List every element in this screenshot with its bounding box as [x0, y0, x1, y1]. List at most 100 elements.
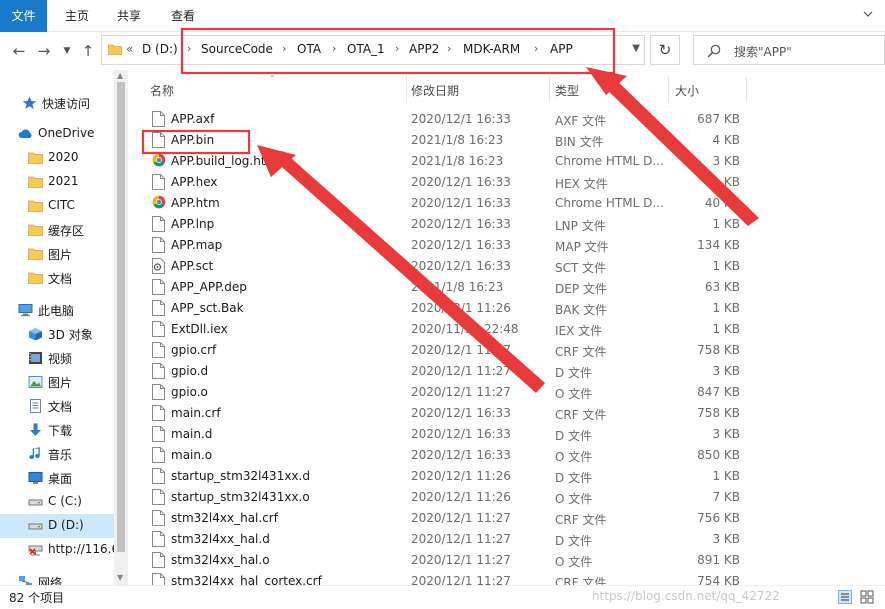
breadcrumb-app[interactable]: APP [550, 42, 573, 56]
file-row[interactable]: ExtDll.iex 2020/11/30 22:48 IEX 文件 1 KB [128, 319, 748, 340]
sidebar-item[interactable]: 桌面 [0, 466, 114, 490]
sidebar-item[interactable]: http://116.6 [0, 538, 119, 562]
file-row[interactable]: APP_sct.Bak 2020/12/1 11:26 BAK 文件 1 KB [128, 298, 748, 319]
sidebar-item[interactable]: C (C:) [0, 490, 114, 514]
file-list: APP.axf 2020/12/1 16:33 AXF 文件 687 KB APP.bi… [128, 109, 885, 585]
column-divider[interactable] [746, 76, 747, 102]
search-box[interactable]: 搜索"APP" [693, 35, 885, 65]
file-date-modified: 2020/12/1 11:27 [411, 511, 511, 525]
breadcrumb-separator-icon[interactable]: › [395, 42, 399, 55]
breadcrumb-ota-1[interactable]: OTA_1 [347, 42, 385, 56]
file-row[interactable]: APP.sct 2020/12/1 16:33 SCT 文件 1 KB [128, 256, 748, 277]
column-name[interactable]: 名称 [150, 82, 174, 99]
file-name: APP.lnp [171, 217, 215, 231]
sidebar-item[interactable]: CITC [0, 194, 114, 218]
breadcrumb-ota[interactable]: OTA [297, 42, 321, 56]
file-row[interactable]: APP.map 2020/12/1 16:33 MAP 文件 134 KB [128, 235, 748, 256]
back-arrow-icon[interactable]: ← [8, 40, 30, 62]
expand-ribbon-chevron-icon[interactable] [863, 9, 873, 19]
sidebar-item[interactable]: 图片 [0, 370, 114, 394]
file-row[interactable]: gpio.d 2020/12/1 11:27 D 文件 3 KB [128, 361, 748, 382]
star-icon [22, 96, 37, 110]
file-size: 3 KB [712, 364, 740, 378]
scroll-up-icon[interactable]: ▲ [117, 71, 123, 80]
sidebar-item[interactable]: 网络 [0, 570, 114, 585]
tab-file[interactable]: 文件 [0, 0, 47, 32]
refresh-icon[interactable]: ↻ [650, 35, 680, 65]
file-row[interactable]: APP.build_log.htm 2021/1/8 16:23 Chrome HT… [128, 151, 748, 172]
breadcrumb-sourcecode[interactable]: SourceCode [201, 42, 273, 56]
sidebar-item[interactable]: 图片 [0, 242, 114, 266]
sidebar-item[interactable]: 2021 [0, 170, 114, 194]
breadcrumb-app2[interactable]: APP2 [409, 42, 439, 56]
sidebar-item[interactable]: 视频 [0, 346, 114, 370]
navigation-pane-scrollbar[interactable]: ▲ ▼ [114, 70, 128, 585]
sidebar-item-label: D (D:) [48, 518, 84, 532]
recent-locations-chevron-icon[interactable]: ▼ [56, 40, 78, 62]
breadcrumb-mdk-arm[interactable]: MDK-ARM [463, 42, 520, 56]
sidebar-item[interactable]: 3D 对象 [0, 322, 114, 346]
file-size: 847 KB [697, 385, 740, 399]
tab-share[interactable]: 共享 [104, 0, 154, 32]
file-row[interactable]: stm32l4xx_hal.crf 2020/12/1 11:27 CRF 文件 75… [128, 508, 748, 529]
file-row[interactable]: APP.axf 2020/12/1 16:33 AXF 文件 687 KB [128, 109, 748, 130]
file-row[interactable]: main.crf 2020/12/1 16:33 CRF 文件 758 KB [128, 403, 748, 424]
details-view-icon[interactable] [838, 590, 852, 604]
column-date[interactable]: 修改日期 [411, 82, 459, 99]
sidebar-item[interactable]: 2020 [0, 146, 114, 170]
file-date-modified: 2020/12/1 16:33 [411, 217, 511, 231]
address-history-chevron-icon[interactable]: ▼ [632, 43, 640, 54]
column-type[interactable]: 类型 [555, 82, 579, 99]
file-row[interactable]: stm32l4xx_hal.d 2020/12/1 11:27 D 文件 3 KB [128, 529, 748, 550]
file-type: DEP 文件 [555, 282, 607, 296]
search-input[interactable]: 搜索"APP" [734, 43, 792, 60]
file-row[interactable]: startup_stm32l431xx.d 2020/12/1 11:26 D 文件… [128, 466, 748, 487]
breadcrumb-separator-icon[interactable]: › [282, 42, 286, 55]
network-icon [18, 575, 33, 585]
sidebar-item[interactable]: OneDrive [0, 122, 114, 146]
scrollbar-thumb[interactable] [117, 82, 125, 552]
file-row[interactable]: main.d 2020/12/1 16:33 D 文件 3 KB [128, 424, 748, 445]
up-arrow-icon[interactable]: ↑ [77, 40, 99, 62]
address-bar[interactable]: « D (D:) › SourceCode › OTA › OTA_1 › AP… [101, 35, 645, 65]
sidebar-item[interactable]: 文档 [0, 394, 114, 418]
breadcrumb-overflow[interactable]: « [126, 42, 133, 56]
file-type: D 文件 [555, 366, 593, 380]
file-size: 1 KB [712, 259, 740, 273]
tab-home[interactable]: 主页 [52, 0, 102, 32]
breadcrumb-separator-icon[interactable]: › [332, 42, 336, 55]
column-divider[interactable] [668, 76, 669, 102]
breadcrumb-separator-icon[interactable]: › [447, 42, 451, 55]
breadcrumb-separator-icon[interactable]: › [187, 42, 191, 55]
drive-icon [28, 519, 43, 533]
large-icons-view-icon[interactable] [860, 590, 874, 604]
file-row[interactable]: stm32l4xx_hal.o 2020/12/1 11:27 O 文件 891 KB [128, 550, 748, 571]
file-row[interactable]: APP_APP.dep 2021/1/8 16:23 DEP 文件 63 KB [128, 277, 748, 298]
file-row[interactable]: stm32l4xx_hal_cortex.crf 2020/12/1 11:27 C… [128, 571, 748, 585]
sidebar-item[interactable]: 缓存区 [0, 218, 114, 242]
file-row[interactable]: APP.bin 2021/1/8 16:23 BIN 文件 4 KB [128, 130, 748, 151]
file-row[interactable]: gpio.crf 2020/12/1 11:27 CRF 文件 758 KB [128, 340, 748, 361]
sidebar-item[interactable]: 快速访问 [0, 91, 114, 115]
sidebar-item[interactable]: 文档 [0, 266, 114, 290]
scroll-down-icon[interactable]: ▼ [117, 573, 123, 582]
file-row[interactable]: APP.hex 2020/12/1 16:33 HEX 文件 11 KB [128, 172, 748, 193]
breadcrumb-separator-icon[interactable]: › [534, 42, 538, 55]
sidebar-item[interactable]: 音乐 [0, 442, 114, 466]
tab-view[interactable]: 查看 [158, 0, 208, 32]
file-row[interactable]: APP.htm 2020/12/1 16:33 Chrome HTML D... 40… [128, 193, 748, 214]
sidebar-item[interactable]: D (D:) [0, 514, 114, 538]
column-divider[interactable] [406, 76, 407, 102]
sidebar-item[interactable]: 此电脑 [0, 298, 114, 322]
sidebar-item[interactable]: 下载 [0, 418, 114, 442]
breadcrumb-d-drive[interactable]: D (D:) [142, 42, 178, 56]
file-icon [152, 132, 165, 148]
file-icon [152, 489, 165, 505]
file-row[interactable]: APP.lnp 2020/12/1 16:33 LNP 文件 1 KB [128, 214, 748, 235]
file-row[interactable]: main.o 2020/12/1 16:33 O 文件 850 KB [128, 445, 748, 466]
column-size[interactable]: 大小 [675, 82, 699, 99]
file-row[interactable]: startup_stm32l431xx.o 2020/12/1 11:26 O 文件… [128, 487, 748, 508]
column-divider[interactable] [549, 76, 550, 102]
file-row[interactable]: gpio.o 2020/12/1 11:27 O 文件 847 KB [128, 382, 748, 403]
forward-arrow-icon[interactable]: → [33, 40, 55, 62]
